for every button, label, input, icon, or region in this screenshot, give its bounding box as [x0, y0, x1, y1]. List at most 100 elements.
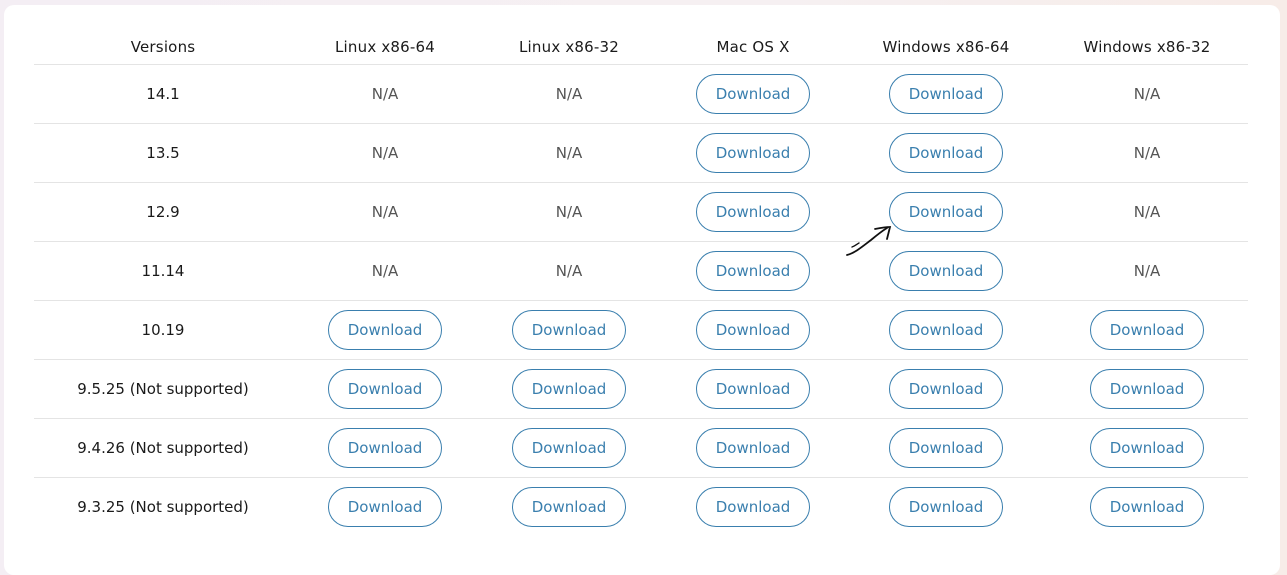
- table-row: 9.3.25 (Not supported) Download Download Do…: [34, 478, 1248, 536]
- cell-linux-x86-64: Download: [328, 360, 442, 418]
- cell-windows-x86-64: Download: [889, 124, 1003, 182]
- cell-mac-os-x: Download: [696, 360, 810, 418]
- header-linux-x86-64: Linux x86-64: [334, 38, 436, 56]
- download-button-mac-os-x[interactable]: Download: [696, 369, 810, 409]
- cell-mac-os-x: Download: [696, 124, 810, 182]
- header-linux-x86-32: Linux x86-32: [518, 38, 620, 56]
- table-row: 9.4.26 (Not supported) Download Download Do…: [34, 419, 1248, 478]
- download-button-windows-x86-32[interactable]: Download: [1090, 369, 1204, 409]
- download-button-linux-x86-64[interactable]: Download: [328, 369, 442, 409]
- header-windows-x86-64: Windows x86-64: [882, 38, 1010, 56]
- download-button-linux-x86-64[interactable]: Download: [328, 310, 442, 350]
- version-label: 9.4.26 (Not supported): [77, 439, 249, 457]
- cell-mac-os-x: Download: [696, 183, 810, 241]
- cell-linux-x86-64: N/A: [372, 65, 399, 123]
- cell-mac-os-x: Download: [696, 419, 810, 477]
- table-row: 10.19 Download Download Download Download Dow…: [34, 301, 1248, 360]
- cell-linux-x86-32: Download: [512, 478, 626, 536]
- not-available-text: N/A: [1133, 144, 1161, 162]
- download-button-linux-x86-32[interactable]: Download: [512, 428, 626, 468]
- not-available-text: N/A: [371, 203, 399, 221]
- cell-linux-x86-32: N/A: [556, 242, 583, 300]
- version-label: 9.3.25 (Not supported): [77, 498, 249, 516]
- cell-linux-x86-64: Download: [328, 478, 442, 536]
- download-button-windows-x86-64[interactable]: Download: [889, 133, 1003, 173]
- version-label: 14.1: [146, 85, 180, 103]
- download-button-mac-os-x[interactable]: Download: [696, 251, 810, 291]
- cell-mac-os-x: Download: [696, 242, 810, 300]
- not-available-text: N/A: [555, 85, 583, 103]
- table-row: 13.5 N/A N/A Download Download N/A: [34, 124, 1248, 183]
- cell-linux-x86-32: Download: [512, 301, 626, 359]
- download-button-windows-x86-64[interactable]: Download: [889, 74, 1003, 114]
- cell-mac-os-x: Download: [696, 478, 810, 536]
- download-button-windows-x86-64[interactable]: Download: [889, 310, 1003, 350]
- cell-windows-x86-32: N/A: [1134, 124, 1161, 182]
- cell-windows-x86-32: Download: [1090, 478, 1204, 536]
- download-button-mac-os-x[interactable]: Download: [696, 192, 810, 232]
- download-button-windows-x86-32[interactable]: Download: [1090, 487, 1204, 527]
- table-row: 14.1 N/A N/A Download Download N/A: [34, 65, 1248, 124]
- cell-windows-x86-64: Download: [889, 183, 1003, 241]
- cell-linux-x86-64: N/A: [372, 183, 399, 241]
- download-button-linux-x86-64[interactable]: Download: [328, 428, 442, 468]
- download-button-linux-x86-64[interactable]: Download: [328, 487, 442, 527]
- cell-mac-os-x: Download: [696, 301, 810, 359]
- cell-linux-x86-32: Download: [512, 360, 626, 418]
- download-button-windows-x86-64[interactable]: Download: [889, 251, 1003, 291]
- download-button-mac-os-x[interactable]: Download: [696, 74, 810, 114]
- not-available-text: N/A: [371, 85, 399, 103]
- not-available-text: N/A: [1133, 262, 1161, 280]
- download-button-windows-x86-32[interactable]: Download: [1090, 428, 1204, 468]
- cell-windows-x86-64: Download: [889, 419, 1003, 477]
- version-label: 13.5: [146, 144, 180, 162]
- cell-linux-x86-32: N/A: [556, 183, 583, 241]
- download-button-linux-x86-32[interactable]: Download: [512, 310, 626, 350]
- cell-linux-x86-64: Download: [328, 301, 442, 359]
- download-button-mac-os-x[interactable]: Download: [696, 428, 810, 468]
- version-label: 11.14: [141, 262, 185, 280]
- cell-linux-x86-32: Download: [512, 419, 626, 477]
- cell-windows-x86-64: Download: [889, 360, 1003, 418]
- download-button-windows-x86-64[interactable]: Download: [889, 487, 1003, 527]
- download-button-windows-x86-64[interactable]: Download: [889, 428, 1003, 468]
- header-windows-x86-32: Windows x86-32: [1083, 38, 1211, 56]
- not-available-text: N/A: [371, 144, 399, 162]
- table-row: 11.14 N/A N/A Download Download N/A: [34, 242, 1248, 301]
- cell-windows-x86-64: Download: [889, 301, 1003, 359]
- not-available-text: N/A: [555, 203, 583, 221]
- header-mac-os-x: Mac OS X: [716, 38, 790, 56]
- not-available-text: N/A: [555, 144, 583, 162]
- cell-windows-x86-64: Download: [889, 242, 1003, 300]
- not-available-text: N/A: [1133, 203, 1161, 221]
- download-button-windows-x86-64[interactable]: Download: [889, 369, 1003, 409]
- cell-windows-x86-32: N/A: [1134, 183, 1161, 241]
- version-label: 12.9: [146, 203, 180, 221]
- cell-windows-x86-64: Download: [889, 65, 1003, 123]
- table-row: 12.9 N/A N/A Download Download N/A: [34, 183, 1248, 242]
- download-button-linux-x86-32[interactable]: Download: [512, 369, 626, 409]
- download-button-windows-x86-64[interactable]: Download: [889, 192, 1003, 232]
- cell-windows-x86-32: N/A: [1134, 65, 1161, 123]
- version-label: 10.19: [141, 321, 185, 339]
- version-label: 9.5.25 (Not supported): [77, 380, 249, 398]
- download-button-linux-x86-32[interactable]: Download: [512, 487, 626, 527]
- cell-linux-x86-64: Download: [328, 419, 442, 477]
- cell-windows-x86-32: N/A: [1134, 242, 1161, 300]
- download-button-mac-os-x[interactable]: Download: [696, 133, 810, 173]
- cell-windows-x86-64: Download: [889, 478, 1003, 536]
- cell-linux-x86-32: N/A: [556, 65, 583, 123]
- cell-windows-x86-32: Download: [1090, 360, 1204, 418]
- cell-linux-x86-64: N/A: [372, 124, 399, 182]
- download-button-windows-x86-32[interactable]: Download: [1090, 310, 1204, 350]
- not-available-text: N/A: [371, 262, 399, 280]
- table-row: 9.5.25 (Not supported) Download Download Do…: [34, 360, 1248, 419]
- not-available-text: N/A: [555, 262, 583, 280]
- download-button-mac-os-x[interactable]: Download: [696, 310, 810, 350]
- download-button-mac-os-x[interactable]: Download: [696, 487, 810, 527]
- cell-windows-x86-32: Download: [1090, 301, 1204, 359]
- cell-linux-x86-64: N/A: [372, 242, 399, 300]
- not-available-text: N/A: [1133, 85, 1161, 103]
- hand-drawn-arrow-icon: [846, 226, 892, 256]
- cell-mac-os-x: Download: [696, 65, 810, 123]
